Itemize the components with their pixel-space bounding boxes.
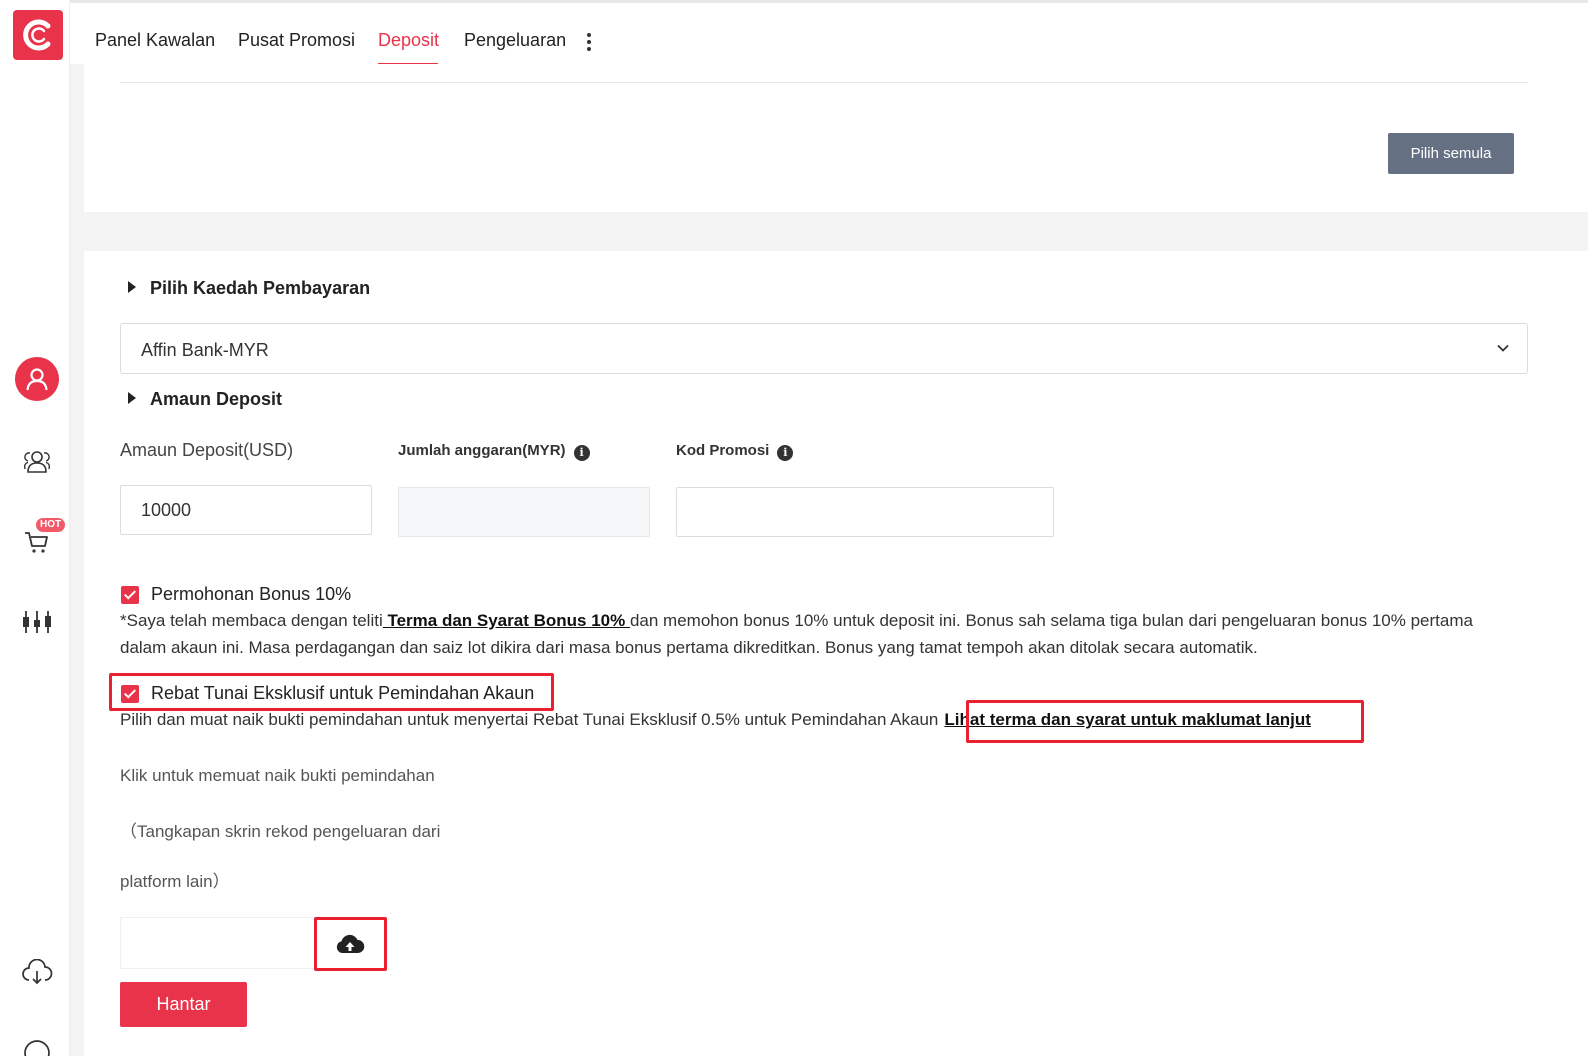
sidebar-item-trading[interactable] bbox=[14, 599, 60, 645]
more-menu-icon[interactable] bbox=[586, 33, 592, 55]
account-avatar[interactable] bbox=[15, 357, 59, 401]
tab-deposit[interactable]: Deposit bbox=[378, 30, 439, 51]
info-icon[interactable]: i bbox=[573, 445, 590, 461]
payment-method-select[interactable]: Affin Bank-MYR bbox=[120, 323, 1528, 374]
circle-icon bbox=[24, 1040, 50, 1056]
deposit-amount-title: Amaun Deposit bbox=[150, 389, 283, 409]
reset-button[interactable]: Pilih semula bbox=[1388, 133, 1514, 174]
info-icon[interactable]: i bbox=[777, 445, 794, 461]
chevron-down-icon bbox=[1497, 344, 1509, 352]
estimate-label: Jumlah anggaran(MYR) i bbox=[398, 442, 590, 461]
sidebar-item-more[interactable] bbox=[14, 1030, 60, 1056]
caret-right-icon bbox=[128, 281, 136, 293]
tab-pusat-promosi[interactable]: Pusat Promosi bbox=[238, 30, 355, 51]
bonus-checkbox-label[interactable]: Permohonan Bonus 10% bbox=[151, 584, 351, 605]
bonus-terms-link[interactable]: Terma dan Syarat Bonus 10% bbox=[383, 611, 630, 630]
bonus-checkbox[interactable] bbox=[121, 586, 139, 604]
promo-code-label: Kod Promosi i bbox=[676, 442, 794, 461]
caret-right-icon bbox=[128, 392, 136, 404]
rebate-text: Pilih dan muat naik bukti pemindahan unt… bbox=[120, 710, 939, 729]
upload-instruction-1: Klik untuk memuat naik bukti pemindahan bbox=[120, 766, 435, 785]
upload-instruction-2: （Tangkapan skrin rekod pengeluaran dari bbox=[120, 822, 441, 841]
payment-method-heading[interactable]: Pilih Kaedah Pembayaran bbox=[128, 278, 370, 299]
sidebar-item-download[interactable] bbox=[14, 950, 60, 996]
hot-badge: HOT bbox=[36, 518, 66, 532]
tab-pengeluaran[interactable]: Pengeluaran bbox=[464, 30, 566, 51]
payment-method-title: Pilih Kaedah Pembayaran bbox=[150, 278, 371, 298]
deposit-amount-input[interactable] bbox=[120, 485, 372, 535]
rebate-checkbox[interactable] bbox=[121, 685, 139, 703]
payment-method-value: Affin Bank-MYR bbox=[141, 340, 269, 360]
download-icon bbox=[22, 959, 53, 985]
rebate-checkbox-label[interactable]: Rebat Tunai Eksklusif untuk Pemindahan A… bbox=[151, 683, 534, 704]
sidebar: HOT bbox=[0, 0, 70, 1056]
deposit-amount-heading[interactable]: Amaun Deposit bbox=[128, 389, 282, 410]
top-nav: Panel Kawalan Pusat Promosi Deposit Peng… bbox=[70, 0, 1588, 66]
cloud-upload-icon bbox=[336, 934, 365, 953]
upload-file-field[interactable] bbox=[120, 917, 315, 969]
promo-code-label-text: Kod Promosi bbox=[676, 442, 770, 459]
sidebar-item-users[interactable] bbox=[14, 438, 60, 484]
upload-instruction-3: platform lain） bbox=[120, 872, 230, 891]
promo-code-input[interactable] bbox=[676, 487, 1054, 537]
top-card bbox=[84, 64, 1588, 212]
upload-button[interactable] bbox=[318, 920, 382, 968]
logo-icon bbox=[23, 19, 51, 51]
bonus-text-before: *Saya telah membaca dengan teliti bbox=[120, 611, 383, 630]
estimate-amount-input bbox=[398, 487, 650, 537]
tab-panel-kawalan[interactable]: Panel Kawalan bbox=[95, 30, 215, 51]
chart-icon bbox=[23, 611, 51, 633]
deposit-amount-label: Amaun Deposit(USD) bbox=[120, 440, 294, 460]
brand-logo[interactable] bbox=[13, 10, 63, 60]
bonus-terms-text: *Saya telah membaca dengan teliti Terma … bbox=[120, 607, 1520, 661]
card-divider bbox=[120, 82, 1528, 83]
submit-button[interactable]: Hantar bbox=[120, 982, 247, 1027]
users-icon bbox=[23, 451, 51, 473]
estimate-label-text: Jumlah anggaran(MYR) bbox=[398, 442, 566, 459]
rebate-terms-link[interactable]: Lihat terma dan syarat untuk maklumat la… bbox=[944, 710, 1311, 729]
account-icon bbox=[26, 368, 48, 391]
rebate-description: Pilih dan muat naik bukti pemindahan unt… bbox=[120, 706, 1311, 733]
